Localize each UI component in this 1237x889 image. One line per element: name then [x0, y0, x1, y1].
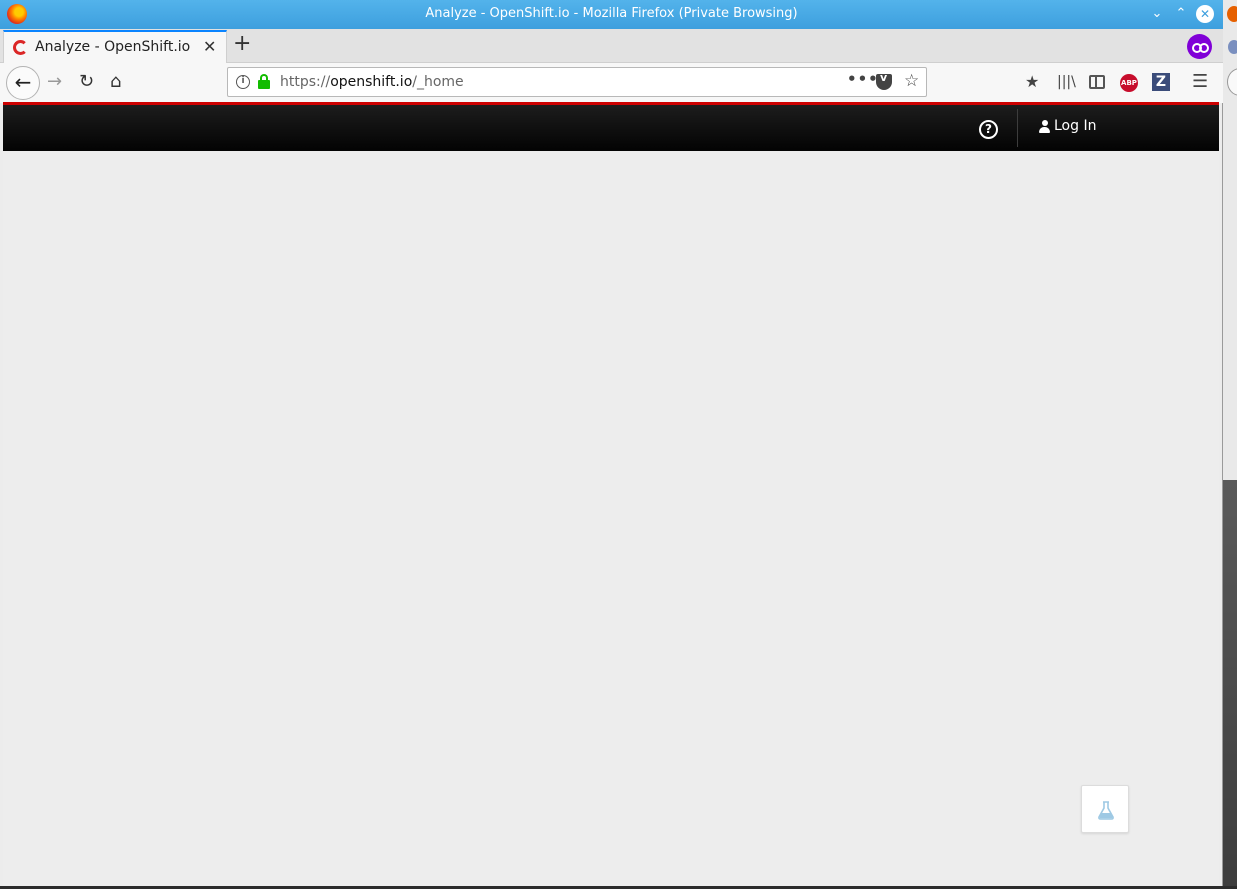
- login-button[interactable]: Log In: [1039, 118, 1096, 134]
- desktop-background-right: [1223, 0, 1237, 889]
- tab-strip: Analyze - OpenShift.io ✕ +: [0, 29, 1223, 63]
- minimize-button[interactable]: ⌄: [1148, 5, 1166, 23]
- reload-button[interactable]: ↻: [79, 71, 94, 93]
- home-button[interactable]: ⌂: [110, 71, 121, 93]
- pocket-icon[interactable]: [876, 71, 892, 90]
- bookmarks-menu-icon[interactable]: ★: [1025, 72, 1039, 92]
- openshift-favicon-icon: [13, 40, 28, 55]
- hamburger-menu-icon[interactable]: ☰: [1192, 72, 1208, 92]
- close-window-button[interactable]: ✕: [1196, 5, 1214, 23]
- sidebar-toggle-icon[interactable]: [1089, 75, 1105, 89]
- zotero-icon[interactable]: Z: [1152, 73, 1170, 91]
- window-titlebar[interactable]: Analyze - OpenShift.io - Mozilla Firefox…: [0, 0, 1223, 29]
- url-host: openshift.io: [330, 74, 413, 90]
- page-actions-more-icon[interactable]: •••: [847, 70, 879, 88]
- url-text[interactable]: https://openshift.io/_home: [280, 74, 464, 90]
- page-content: ? Log In: [3, 102, 1219, 886]
- browser-window: Analyze - OpenShift.io - Mozilla Firefox…: [0, 0, 1223, 886]
- bookmark-star-icon[interactable]: ☆: [904, 71, 919, 91]
- tab-analyze-openshift[interactable]: Analyze - OpenShift.io ✕: [3, 30, 227, 63]
- background-window-button: [1227, 68, 1237, 96]
- url-scheme: https://: [280, 74, 331, 90]
- flask-icon: [1098, 801, 1114, 820]
- background-window-icon: [1228, 40, 1237, 54]
- url-path: /_home: [412, 74, 464, 90]
- secure-lock-icon[interactable]: [258, 74, 270, 90]
- background-window-firefox-icon: [1227, 6, 1237, 22]
- login-label: Log In: [1054, 118, 1097, 134]
- adblock-plus-icon[interactable]: ABP: [1120, 74, 1138, 92]
- back-button[interactable]: ←: [6, 66, 40, 100]
- close-tab-icon[interactable]: ✕: [203, 37, 216, 56]
- help-icon[interactable]: ?: [979, 120, 998, 139]
- library-icon[interactable]: |||\: [1057, 72, 1076, 92]
- maximize-button[interactable]: ⌃: [1172, 5, 1190, 23]
- site-info-icon[interactable]: i: [236, 75, 250, 89]
- feature-flag-button[interactable]: [1081, 785, 1129, 833]
- navigation-toolbar: ← → ↻ ⌂ i https://openshift.io/_home •••…: [0, 63, 1223, 103]
- private-browsing-mask-icon: [1187, 34, 1212, 59]
- header-divider: [1017, 109, 1018, 147]
- site-header: ? Log In: [3, 102, 1219, 151]
- forward-button[interactable]: →: [47, 71, 62, 93]
- window-title: Analyze - OpenShift.io - Mozilla Firefox…: [425, 6, 798, 21]
- url-bar[interactable]: i https://openshift.io/_home ••• ☆: [227, 67, 927, 97]
- tab-label: Analyze - OpenShift.io: [35, 39, 191, 55]
- new-tab-button[interactable]: +: [233, 32, 251, 56]
- user-icon: [1039, 119, 1050, 133]
